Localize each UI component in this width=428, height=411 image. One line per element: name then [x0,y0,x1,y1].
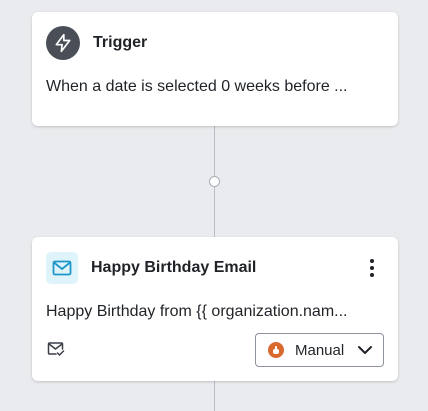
email-card-header: Happy Birthday Email [46,250,384,286]
chevron-down-icon [358,346,372,354]
workflow-canvas: Trigger When a date is selected 0 weeks … [0,0,428,411]
trigger-card-description: When a date is selected 0 weeks before .… [46,78,348,95]
mode-select-value: Manual [295,341,345,359]
email-card-title: Happy Birthday Email [91,259,257,276]
trigger-card-header: Trigger [46,25,384,61]
mail-check-icon [47,341,65,357]
lightning-bolt-icon [46,26,80,60]
envelope-icon [46,252,78,284]
trigger-card-title: Trigger [93,34,148,51]
mode-select-dropdown[interactable]: Manual [255,333,384,367]
connector-line-bottom [214,381,215,411]
email-step-card[interactable]: Happy Birthday Email Happy Birthday from… [32,237,398,381]
connector-add-point[interactable] [209,176,220,187]
kebab-menu-icon[interactable] [364,259,380,277]
email-card-description: Happy Birthday from {{ organization.nam.… [46,303,348,320]
hand-pointer-icon [268,342,284,358]
trigger-card[interactable]: Trigger When a date is selected 0 weeks … [32,12,398,126]
